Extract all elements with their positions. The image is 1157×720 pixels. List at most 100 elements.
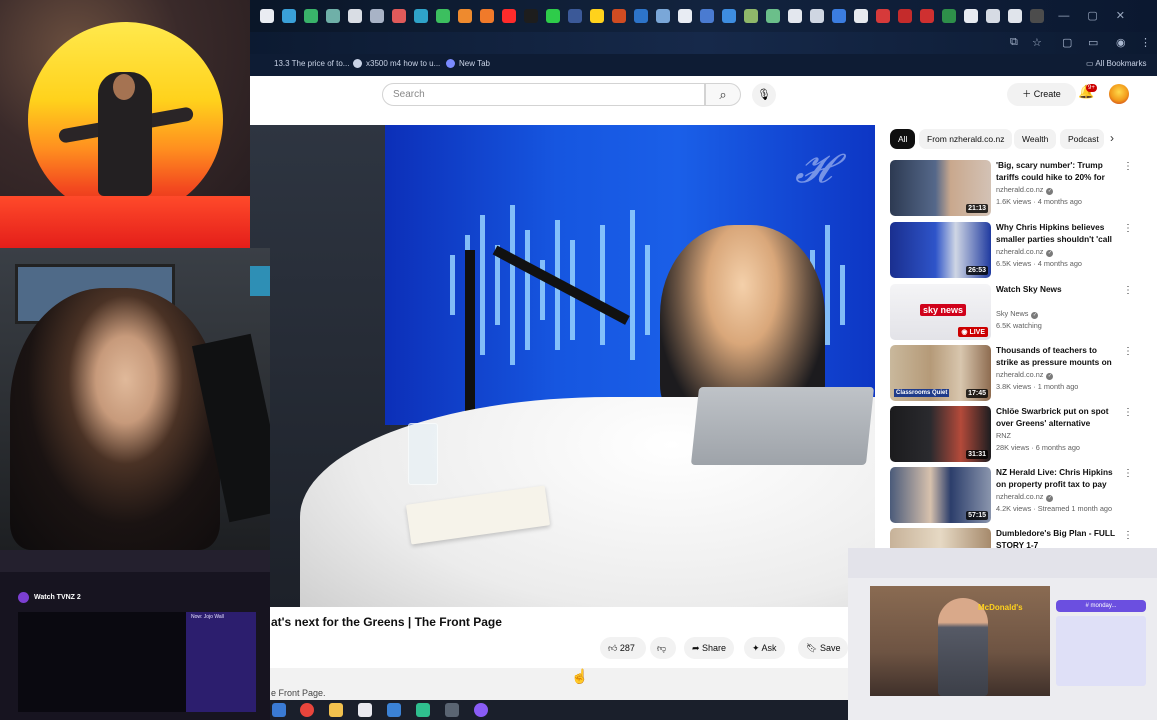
tab-favicon[interactable] [678, 9, 692, 23]
tab-favicon[interactable] [436, 9, 450, 23]
video-thumbnail[interactable]: 26:53 [890, 222, 991, 278]
more-options-icon[interactable]: ⋮ [1123, 346, 1133, 357]
more-options-icon[interactable]: ⋮ [1123, 161, 1133, 172]
tab-favicon[interactable] [810, 9, 824, 23]
recommendation-title[interactable]: NZ Herald Live: Chris Hipkins on propert… [996, 467, 1118, 491]
tab-favicon[interactable] [898, 9, 912, 23]
tab-favicon[interactable] [612, 9, 626, 23]
chrome-icon[interactable] [300, 703, 314, 717]
bookmark-star-icon[interactable]: ☆ [1032, 36, 1042, 49]
video-thumbnail[interactable]: Classrooms Quiet 17:45 [890, 345, 991, 401]
recommendation-title[interactable]: Dumbledore's Big Plan - FULL STORY 1-7 [996, 528, 1118, 548]
video-thumbnail[interactable]: sky news ◉ LIVE [890, 284, 991, 340]
recommendation-item[interactable]: Classrooms Quiet 17:45 Thousands of teac… [890, 345, 1140, 403]
recommendation-item[interactable]: 26:53 Why Chris Hipkins believes smaller… [890, 222, 1140, 280]
search-button[interactable]: ⌕ [705, 83, 741, 106]
recommendation-item[interactable]: Dumbledore's Big Plan - FULL STORY 1-7 ⋮ [890, 528, 1140, 548]
taskbar-app-icon[interactable] [416, 703, 430, 717]
tab-favicon[interactable] [942, 9, 956, 23]
chip-podcast[interactable]: Podcast [1060, 129, 1104, 149]
recommendation-item[interactable]: 21:13 'Big, scary number': Trump tariffs… [890, 160, 1140, 218]
tab-favicon[interactable] [568, 9, 582, 23]
tab-favicon[interactable] [524, 9, 538, 23]
channel-name[interactable]: RNZ [996, 431, 1011, 440]
window-controls[interactable]: —▢✕ [1058, 9, 1143, 22]
video-thumbnail[interactable]: 57:15 [890, 467, 991, 523]
tab-favicon[interactable] [964, 9, 978, 23]
tab-favicon[interactable] [656, 9, 670, 23]
extensions-icon[interactable]: ▢ [1062, 36, 1072, 49]
new-tab-button[interactable] [1030, 9, 1044, 23]
address-bar[interactable]: ⧉ ☆ ▢ ▭ ◉ ⋮ [250, 32, 1157, 54]
menu-icon[interactable]: ⋮ [1140, 36, 1151, 49]
tab-favicon[interactable] [480, 9, 494, 23]
tab-favicon[interactable] [986, 9, 1000, 23]
profile-icon[interactable]: ◉ [1116, 36, 1126, 49]
chip-from-nzherald[interactable]: From nzherald.co.nz [919, 129, 1013, 149]
description-box[interactable] [270, 668, 848, 700]
search-input[interactable]: Search [382, 83, 705, 106]
tab-favicon[interactable] [744, 9, 758, 23]
mail-icon[interactable] [387, 703, 401, 717]
like-button[interactable]: 👍︎ 287 [600, 637, 646, 659]
recommendation-item[interactable]: sky news ◉ LIVE Watch Sky News Sky News ✓… [890, 284, 1140, 342]
recommendation-title[interactable]: Chlöe Swarbrick put on spot over Greens'… [996, 406, 1118, 430]
tab-favicon[interactable] [260, 9, 274, 23]
tab-favicon[interactable] [766, 9, 780, 23]
install-app-icon[interactable]: ⧉ [1010, 36, 1018, 49]
tab-favicon[interactable] [392, 9, 406, 23]
all-bookmarks[interactable]: ▭ All Bookmarks [1086, 59, 1146, 68]
tab-favicon[interactable] [876, 9, 890, 23]
video-player[interactable]: 𝓗 [250, 125, 875, 607]
video-thumbnail[interactable]: 21:13 [890, 160, 991, 216]
sidepanel-icon[interactable]: ▭ [1088, 36, 1098, 49]
tab-favicon[interactable] [854, 9, 868, 23]
tab-favicon[interactable] [788, 9, 802, 23]
bookmark-item[interactable]: New Tab [446, 59, 490, 69]
tab-favicon[interactable] [304, 9, 318, 23]
recommendation-title[interactable]: 'Big, scary number': Trump tariffs could… [996, 160, 1118, 184]
chevron-right-icon[interactable]: › [1110, 131, 1114, 145]
taskbar-app-icon[interactable] [272, 703, 286, 717]
tab-favicon[interactable] [832, 9, 846, 23]
tab-favicon[interactable] [590, 9, 604, 23]
tab-favicon[interactable] [414, 9, 428, 23]
browser-tab-strip[interactable]: —▢✕ [250, 0, 1157, 32]
tab-favicon[interactable] [348, 9, 362, 23]
tab-favicon[interactable] [370, 9, 384, 23]
video-thumbnail[interactable]: 31:31 [890, 406, 991, 462]
tab-favicon[interactable] [282, 9, 296, 23]
channel-name[interactable]: nzherald.co.nz ✓ [996, 185, 1054, 195]
tab-favicon[interactable] [634, 9, 648, 23]
tab-favicon[interactable] [502, 9, 516, 23]
create-button[interactable]: ＋ Create [1007, 83, 1076, 106]
tab-favicon[interactable] [700, 9, 714, 23]
tab-favicon[interactable] [1008, 9, 1022, 23]
calendar-icon[interactable] [358, 703, 372, 717]
more-options-icon[interactable]: ⋮ [1123, 285, 1133, 296]
taskbar-app-icon[interactable] [474, 703, 488, 717]
dislike-button[interactable]: 👎︎ [650, 637, 676, 659]
tab-favicon[interactable] [458, 9, 472, 23]
chip-all[interactable]: All [890, 129, 916, 149]
save-button[interactable]: 🔖︎ Save [798, 637, 849, 659]
recommendation-title[interactable]: Watch Sky News [996, 284, 1118, 296]
voice-search-button[interactable]: 🎙 [752, 83, 776, 107]
recommendation-title[interactable]: Why Chris Hipkins believes smaller parti… [996, 222, 1118, 246]
bookmark-item[interactable]: 13.3 The price of to... [274, 59, 349, 68]
video-thumbnail[interactable] [890, 528, 991, 548]
avatar[interactable] [1109, 84, 1129, 104]
chip-wealth[interactable]: Wealth [1014, 129, 1057, 149]
bookmark-item[interactable]: x3500 m4 how to u... [353, 59, 440, 69]
ask-button[interactable]: ✦ Ask [744, 637, 785, 659]
taskbar-app-icon[interactable] [445, 703, 459, 717]
tab-favicon[interactable] [722, 9, 736, 23]
more-options-icon[interactable]: ⋮ [1123, 407, 1133, 418]
channel-name[interactable]: nzherald.co.nz ✓ [996, 492, 1054, 502]
more-options-icon[interactable]: ⋮ [1123, 468, 1133, 479]
tab-favicon[interactable] [920, 9, 934, 23]
folder-icon[interactable] [329, 703, 343, 717]
recommendation-title[interactable]: Thousands of teachers to strike as press… [996, 345, 1118, 369]
channel-name[interactable]: nzherald.co.nz ✓ [996, 247, 1054, 257]
channel-name[interactable]: nzherald.co.nz ✓ [996, 370, 1054, 380]
